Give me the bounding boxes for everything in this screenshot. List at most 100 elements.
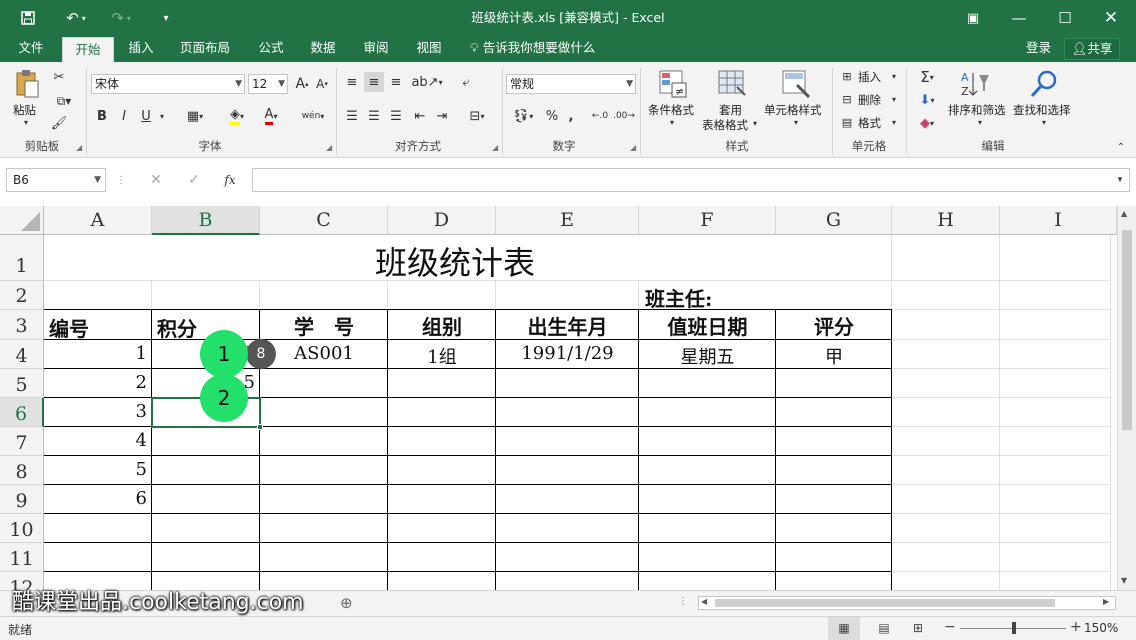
ribbon-display-icon[interactable]: ▣ — [958, 0, 988, 36]
tab-insert[interactable]: 插入 — [120, 36, 162, 62]
row-header-7[interactable]: 7 — [0, 427, 44, 456]
wrap-text-icon[interactable]: ⤶ — [456, 72, 476, 92]
column-header-a[interactable]: A — [44, 206, 152, 235]
cell-styles-icon[interactable] — [780, 68, 812, 100]
cell-e4[interactable]: 1991/1/29 — [496, 343, 639, 364]
undo-icon[interactable]: ↶ ▾ — [58, 0, 94, 36]
percent-style-button[interactable]: % — [544, 106, 560, 126]
italic-button[interactable]: I — [116, 106, 132, 126]
increase-decimal-icon[interactable]: ←.0 — [590, 106, 610, 126]
row-header-6[interactable]: 6 — [0, 398, 44, 427]
font-name-select[interactable]: 宋体 ▼ — [91, 74, 245, 94]
paste-icon[interactable] — [12, 68, 42, 100]
tab-home[interactable]: 开始 — [62, 37, 114, 62]
format-cells-label[interactable]: 格式 — [858, 115, 881, 131]
cell-d4[interactable]: 1组 — [388, 343, 496, 369]
tab-view[interactable]: 视图 — [408, 36, 450, 62]
scroll-up-icon[interactable]: ▲ — [1121, 209, 1127, 218]
font-launcher-icon[interactable]: ◢ — [326, 143, 332, 152]
more-sheets-icon[interactable]: ⋮ — [678, 596, 688, 607]
row-header-5[interactable]: 5 — [0, 369, 44, 398]
row-header-3[interactable]: 3 — [0, 310, 44, 340]
merge-center-icon[interactable]: ⊟ ▾ — [462, 106, 492, 126]
cell-f4[interactable]: 星期五 — [639, 343, 776, 369]
clipboard-launcher-icon[interactable]: ◢ — [76, 143, 82, 152]
header-group[interactable]: 组别 — [388, 311, 496, 340]
align-right-icon[interactable]: ☰ — [386, 106, 406, 126]
hscroll-thumb[interactable] — [715, 599, 1055, 607]
underline-dropdown-icon[interactable]: ▾ — [156, 106, 168, 126]
scroll-thumb[interactable] — [1122, 230, 1132, 430]
delete-cells-icon[interactable]: ⊟ — [838, 91, 856, 107]
cell-a7[interactable]: 4 — [44, 430, 147, 451]
insert-function-icon[interactable]: fx — [220, 170, 240, 190]
fill-color-icon[interactable]: ◈ ▾ — [222, 106, 252, 126]
column-header-e[interactable]: E — [496, 206, 639, 235]
more-icon[interactable]: ⋮ — [116, 172, 126, 188]
copy-icon[interactable]: ⧉▾ — [50, 92, 78, 110]
zoom-level[interactable]: 150% — [1084, 621, 1118, 635]
increase-font-icon[interactable]: A ▴ — [294, 74, 310, 94]
comma-style-icon[interactable]: , — [564, 106, 578, 126]
format-as-table-icon[interactable] — [716, 68, 748, 100]
number-format-select[interactable]: 常规 ▼ — [506, 74, 636, 94]
format-cells-icon[interactable]: ▤ — [838, 114, 856, 130]
insert-dropdown-icon[interactable]: ▾ — [888, 68, 900, 84]
cell-a6[interactable]: 3 — [44, 401, 147, 422]
minimize-icon[interactable]: — — [1004, 0, 1034, 36]
decrease-indent-icon[interactable]: ⇤ — [410, 106, 430, 126]
redo-icon[interactable]: ↷ ▾ — [104, 0, 138, 36]
format-painter-icon[interactable]: 🖌︎ — [50, 114, 68, 132]
fill-icon[interactable]: ⬇ ▾ — [912, 91, 942, 109]
format-as-table-dropdown-icon[interactable]: ▾ — [750, 119, 760, 128]
zoom-in-icon[interactable]: + — [1070, 619, 1082, 635]
find-select-label[interactable]: 查找和选择 — [1013, 102, 1071, 118]
fill-handle[interactable] — [257, 424, 263, 430]
login-link[interactable]: 登录 — [1026, 36, 1051, 62]
header-duty-date[interactable]: 值班日期 — [639, 311, 776, 340]
header-student-id[interactable]: 学 号 — [260, 311, 388, 340]
cell-a5[interactable]: 2 — [44, 372, 147, 393]
decrease-font-icon[interactable]: A ▾ — [314, 74, 330, 94]
tab-review[interactable]: 审阅 — [355, 36, 397, 62]
sort-filter-dropdown-icon[interactable]: ▾ — [974, 118, 986, 127]
conditional-format-label[interactable]: 条件格式 — [648, 102, 694, 118]
align-middle-icon[interactable]: ≡ — [364, 72, 384, 92]
find-select-icon[interactable] — [1028, 68, 1060, 100]
header-number[interactable]: 编号 — [49, 313, 89, 342]
close-icon[interactable]: ✕ — [1096, 0, 1126, 36]
cut-icon[interactable]: ✂ — [50, 68, 68, 86]
decrease-decimal-icon[interactable]: .00→ — [613, 106, 635, 126]
header-birth[interactable]: 出生年月 — [496, 311, 639, 340]
column-header-i[interactable]: I — [1000, 206, 1117, 235]
align-center-icon[interactable]: ☰ — [364, 106, 384, 126]
insert-cells-icon[interactable]: ⊞ — [838, 68, 856, 84]
sort-filter-icon[interactable]: AZ — [958, 68, 992, 100]
cell-c4[interactable]: AS001 — [260, 343, 388, 364]
share-button[interactable]: 👤︎共享 — [1064, 38, 1120, 60]
confirm-entry-icon[interactable]: ✓ — [184, 170, 204, 190]
phonetic-icon[interactable]: wén ▾ — [298, 106, 328, 126]
sort-filter-label[interactable]: 排序和筛选 — [948, 102, 1006, 118]
page-layout-view-icon[interactable]: ▤ — [872, 617, 896, 640]
align-top-icon[interactable]: ≡ — [342, 72, 362, 92]
expand-formula-icon[interactable]: ▾ — [1114, 172, 1126, 188]
cancel-entry-icon[interactable]: ✕ — [146, 170, 166, 190]
save-icon[interactable] — [14, 0, 42, 36]
row-header-4[interactable]: 4 — [0, 340, 44, 369]
name-box[interactable]: B6 ▼ — [6, 168, 106, 192]
clear-icon[interactable]: ◆ ▾ — [912, 114, 942, 132]
collapse-ribbon-icon[interactable]: ⌃ — [1114, 140, 1128, 154]
delete-cells-label[interactable]: 删除 — [858, 92, 881, 108]
format-as-table-label2[interactable]: 表格格式 — [702, 117, 748, 133]
number-launcher-icon[interactable]: ◢ — [630, 143, 636, 152]
font-size-select[interactable]: 12 ▼ — [248, 74, 288, 94]
cell-a8[interactable]: 5 — [44, 459, 147, 480]
cell-a4[interactable]: 1 — [44, 343, 147, 364]
cell-a9[interactable]: 6 — [44, 488, 147, 509]
alignment-launcher-icon[interactable]: ◢ — [492, 143, 498, 152]
row-header-10[interactable]: 10 — [0, 514, 44, 543]
paste-dropdown-icon[interactable]: ▾ — [14, 118, 38, 127]
zoom-slider-thumb[interactable] — [1012, 622, 1016, 634]
add-sheet-icon[interactable]: ⊕ — [340, 594, 353, 612]
